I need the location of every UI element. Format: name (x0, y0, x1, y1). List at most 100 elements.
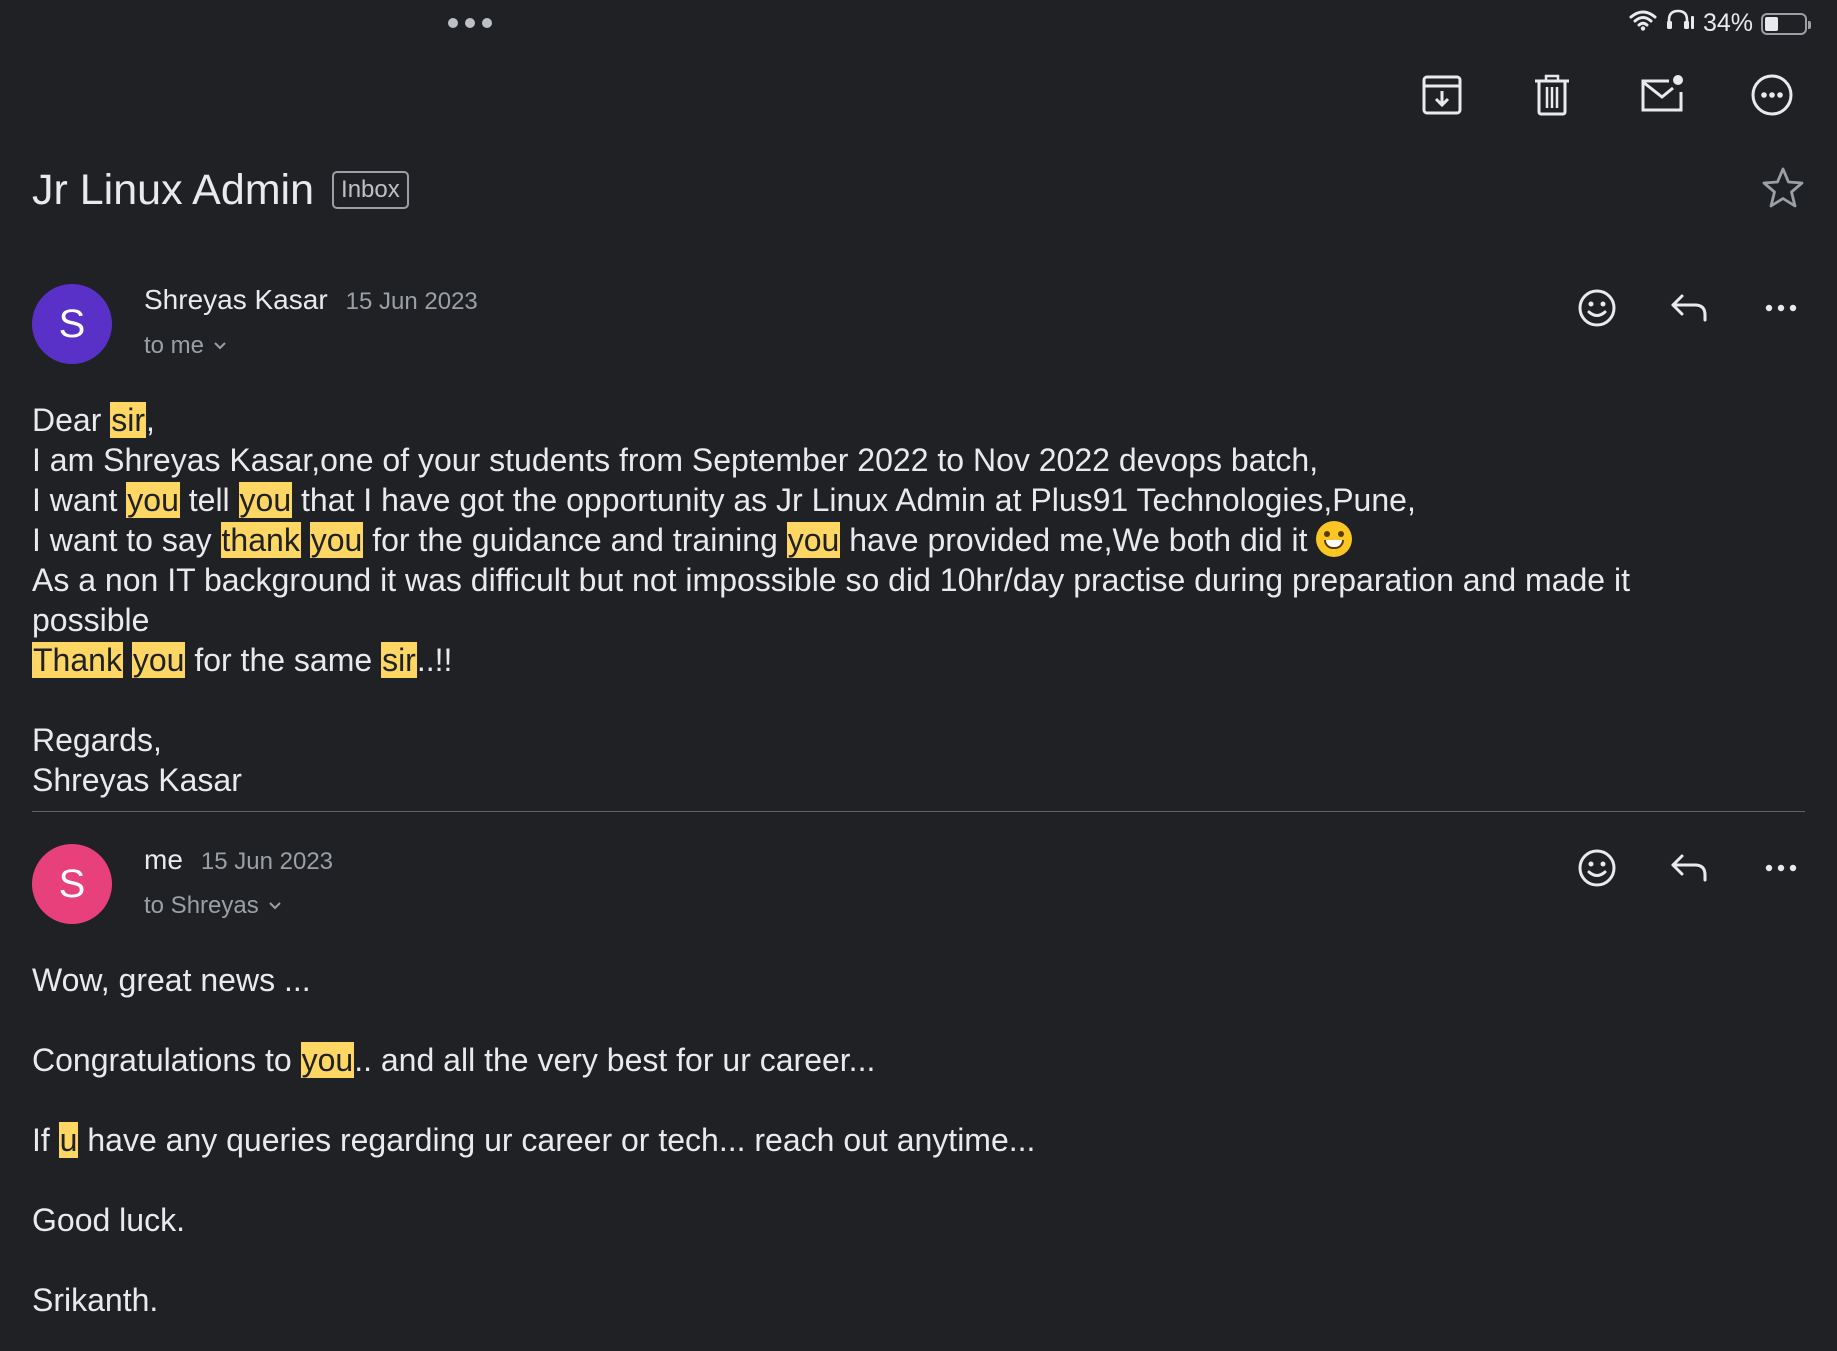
wifi-icon (1629, 9, 1657, 38)
message-more-button[interactable] (1757, 844, 1805, 892)
reply-button[interactable] (1665, 284, 1713, 332)
search-highlight: thank (220, 522, 301, 558)
recipient-label: to me (144, 332, 205, 359)
recipient-details-toggle[interactable]: to me (144, 332, 228, 360)
avatar-letter: S (58, 301, 86, 346)
battery-icon (1761, 12, 1811, 35)
message-more-button[interactable] (1757, 284, 1805, 332)
avatar[interactable]: S (32, 844, 112, 924)
star-icon (1762, 167, 1804, 208)
chevron-down-icon (269, 902, 281, 910)
multitasking-dots-icon[interactable] (448, 18, 492, 28)
body-text: As a non IT background it was difficult … (32, 562, 1630, 598)
email-subject: Jr Linux Admin (32, 165, 315, 214)
archive-button[interactable] (1417, 70, 1467, 120)
more-options-icon (1751, 74, 1793, 116)
smiley-icon (1578, 289, 1616, 327)
body-line: As a non IT background it was difficult … (32, 560, 1805, 600)
body-line: I want to say thank you for the guidance… (32, 520, 1805, 560)
more-horizontal-icon (1765, 304, 1797, 312)
search-highlight: you (786, 522, 841, 558)
body-text (301, 522, 310, 558)
more-horizontal-icon (1765, 864, 1797, 872)
body-text: Regards, (32, 722, 162, 758)
body-text: tell (179, 482, 239, 518)
body-text: I am Shreyas Kasar,one of your students … (32, 442, 1319, 478)
body-text: Srikanth. (32, 1282, 159, 1318)
search-highlight: you (238, 482, 293, 518)
body-text: that I have got the opportunity as Jr Li… (292, 482, 1416, 518)
message-body: Wow, great news ... Congratulations to yo… (32, 960, 1805, 1320)
body-line: Dear sir, (32, 400, 1805, 440)
add-reaction-button[interactable] (1573, 284, 1621, 332)
search-highlight: you (309, 522, 364, 558)
body-text: for the same (185, 642, 382, 678)
body-text: .. and all the very best for ur career..… (354, 1042, 876, 1078)
subject-row: Jr Linux Admin Inbox (32, 162, 1807, 218)
body-line (32, 1240, 1805, 1280)
search-highlight: u (58, 1122, 79, 1158)
body-text (123, 642, 132, 678)
message-header: S me 15 Jun 2023 to Shreyas (32, 844, 1805, 924)
body-text: I want (32, 482, 127, 518)
sender-name[interactable]: Shreyas Kasar (144, 284, 328, 316)
star-button[interactable] (1759, 164, 1807, 212)
body-line: Shreyas Kasar (32, 760, 1805, 800)
message-date: 15 Jun 2023 (345, 288, 478, 315)
inbox-label-chip[interactable]: Inbox (332, 171, 409, 209)
message-actions (1573, 844, 1805, 892)
chevron-down-icon (214, 342, 226, 350)
smiley-icon (1578, 849, 1616, 887)
body-line: Good luck. (32, 1200, 1805, 1240)
body-text: I want to say (32, 522, 221, 558)
mark-unread-button[interactable] (1637, 70, 1687, 120)
search-highlight: sir (381, 642, 417, 678)
add-reaction-button[interactable] (1573, 844, 1621, 892)
body-line: Thank you for the same sir..!! (32, 640, 1805, 680)
body-text: have any queries regarding ur career or … (78, 1122, 1036, 1158)
body-text: for the guidance and training (363, 522, 787, 558)
battery-percentage: 34% (1702, 9, 1753, 37)
body-text: Wow, great news ... (32, 962, 311, 998)
message-item: S me 15 Jun 2023 to Shreyas Wow, great n… (32, 844, 1805, 1320)
delete-button[interactable] (1527, 70, 1577, 120)
reply-icon (1671, 854, 1707, 882)
body-line: If u have any queries regarding ur caree… (32, 1120, 1805, 1160)
body-line (32, 1080, 1805, 1120)
message-date: 15 Jun 2023 (200, 848, 334, 875)
email-thread-view: 34% Jr Linux Admin Inbox S Shreyas Kasar… (0, 0, 1837, 1351)
body-text: If (32, 1122, 59, 1158)
search-highlight: you (300, 1042, 355, 1078)
sender-name[interactable]: me (144, 844, 183, 876)
sender-line: Shreyas Kasar 15 Jun 2023 (144, 284, 478, 316)
body-text: possible (32, 602, 150, 638)
body-text: have provided me,We both did it (840, 522, 1317, 558)
body-text: Good luck. (32, 1202, 185, 1238)
message-body: Dear sir, I am Shreyas Kasar,one of your … (32, 400, 1805, 800)
body-text: Shreyas Kasar (32, 762, 242, 798)
body-line: I am Shreyas Kasar,one of your students … (32, 440, 1805, 480)
search-highlight: Thank (32, 642, 123, 678)
message-header: S Shreyas Kasar 15 Jun 2023 to me (32, 284, 1805, 364)
status-indicators: 34% (1629, 8, 1811, 39)
status-bar: 34% (0, 0, 1837, 48)
archive-icon (1422, 75, 1462, 115)
recipient-details-toggle[interactable]: to Shreyas (144, 892, 283, 920)
battery-level-fill (1765, 16, 1778, 31)
search-highlight: you (126, 482, 180, 518)
body-text: Congratulations to (32, 1042, 301, 1078)
body-text: ..!! (416, 642, 453, 678)
message-item: S Shreyas Kasar 15 Jun 2023 to me Dear s… (32, 284, 1805, 800)
body-line (32, 1160, 1805, 1200)
recipient-label: to Shreyas (144, 892, 259, 919)
sender-line: me 15 Jun 2023 (144, 844, 333, 876)
message-actions (1573, 284, 1805, 332)
reply-button[interactable] (1665, 844, 1713, 892)
body-text: Dear (32, 402, 111, 438)
avatar-letter: S (58, 861, 86, 906)
body-line (32, 680, 1805, 720)
body-line: possible (32, 600, 1805, 640)
more-options-button[interactable] (1747, 70, 1797, 120)
body-line: Congratulations to you.. and all the ver… (32, 1040, 1805, 1080)
avatar[interactable]: S (32, 284, 112, 364)
